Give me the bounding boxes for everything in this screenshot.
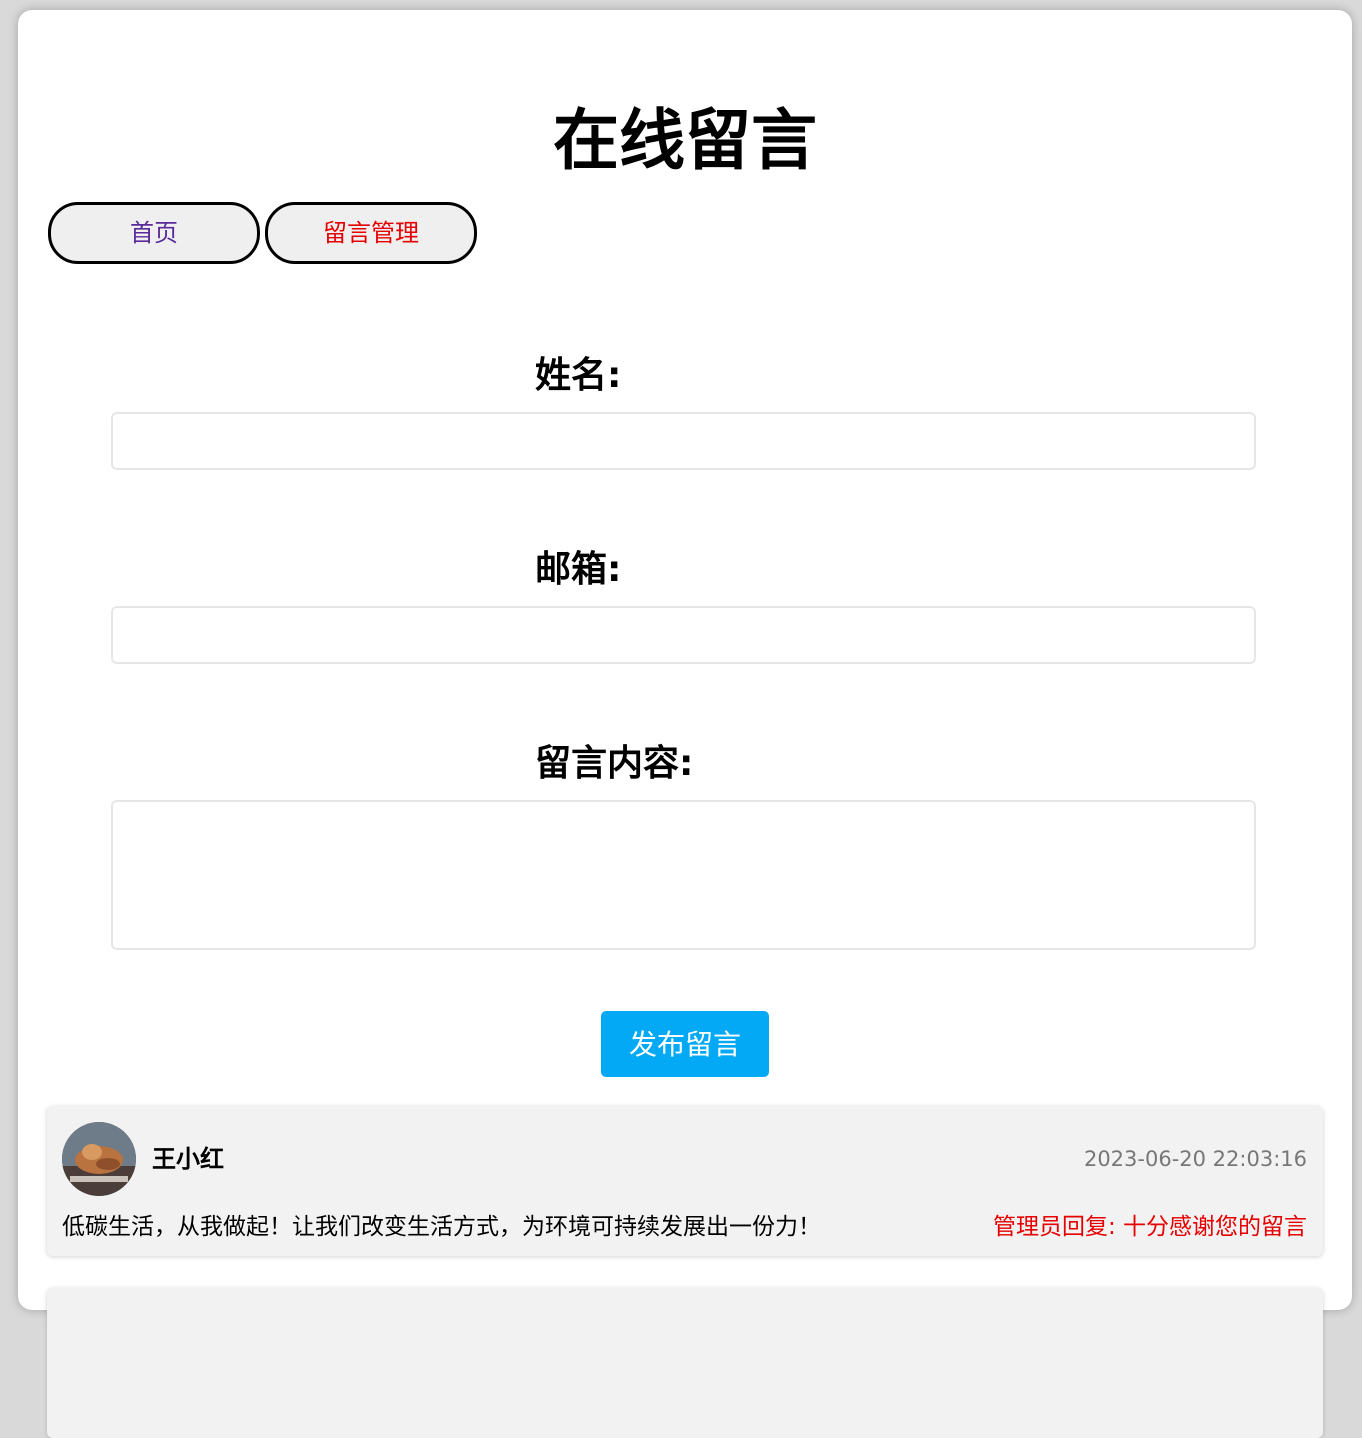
name-label: 姓名:: [535, 355, 622, 396]
page-title: 在线留言: [553, 102, 817, 179]
email-label: 邮箱:: [535, 549, 622, 590]
admin-reply: 管理员回复: 十分感谢您的留言: [992, 1214, 1307, 1240]
author-name: 王小红: [152, 1145, 224, 1173]
email-input[interactable]: [111, 606, 1256, 664]
message-card: [47, 1288, 1323, 1438]
submit-button[interactable]: 发布留言: [601, 1011, 769, 1077]
main-panel: 在线留言 首页 留言管理 姓名: 邮箱: 留言内容: 发布留言 王小红 2023…: [18, 10, 1352, 1438]
content-label: 留言内容:: [535, 743, 694, 784]
avatar: [62, 1122, 136, 1196]
message-card: 王小红 2023-06-20 22:03:16 低碳生活，从我做起！让我们改变生…: [47, 1106, 1323, 1256]
name-input[interactable]: [111, 412, 1256, 470]
message-time: 2023-06-20 22:03:16: [1083, 1147, 1307, 1171]
message-content: 低碳生活，从我做起！让我们改变生活方式，为环境可持续发展出一份力！: [62, 1214, 821, 1240]
content-textarea[interactable]: [111, 800, 1256, 950]
nav-manage-button[interactable]: 留言管理: [265, 202, 477, 264]
avatar-image-icon: [62, 1122, 136, 1196]
nav-home-button[interactable]: 首页: [48, 202, 260, 264]
